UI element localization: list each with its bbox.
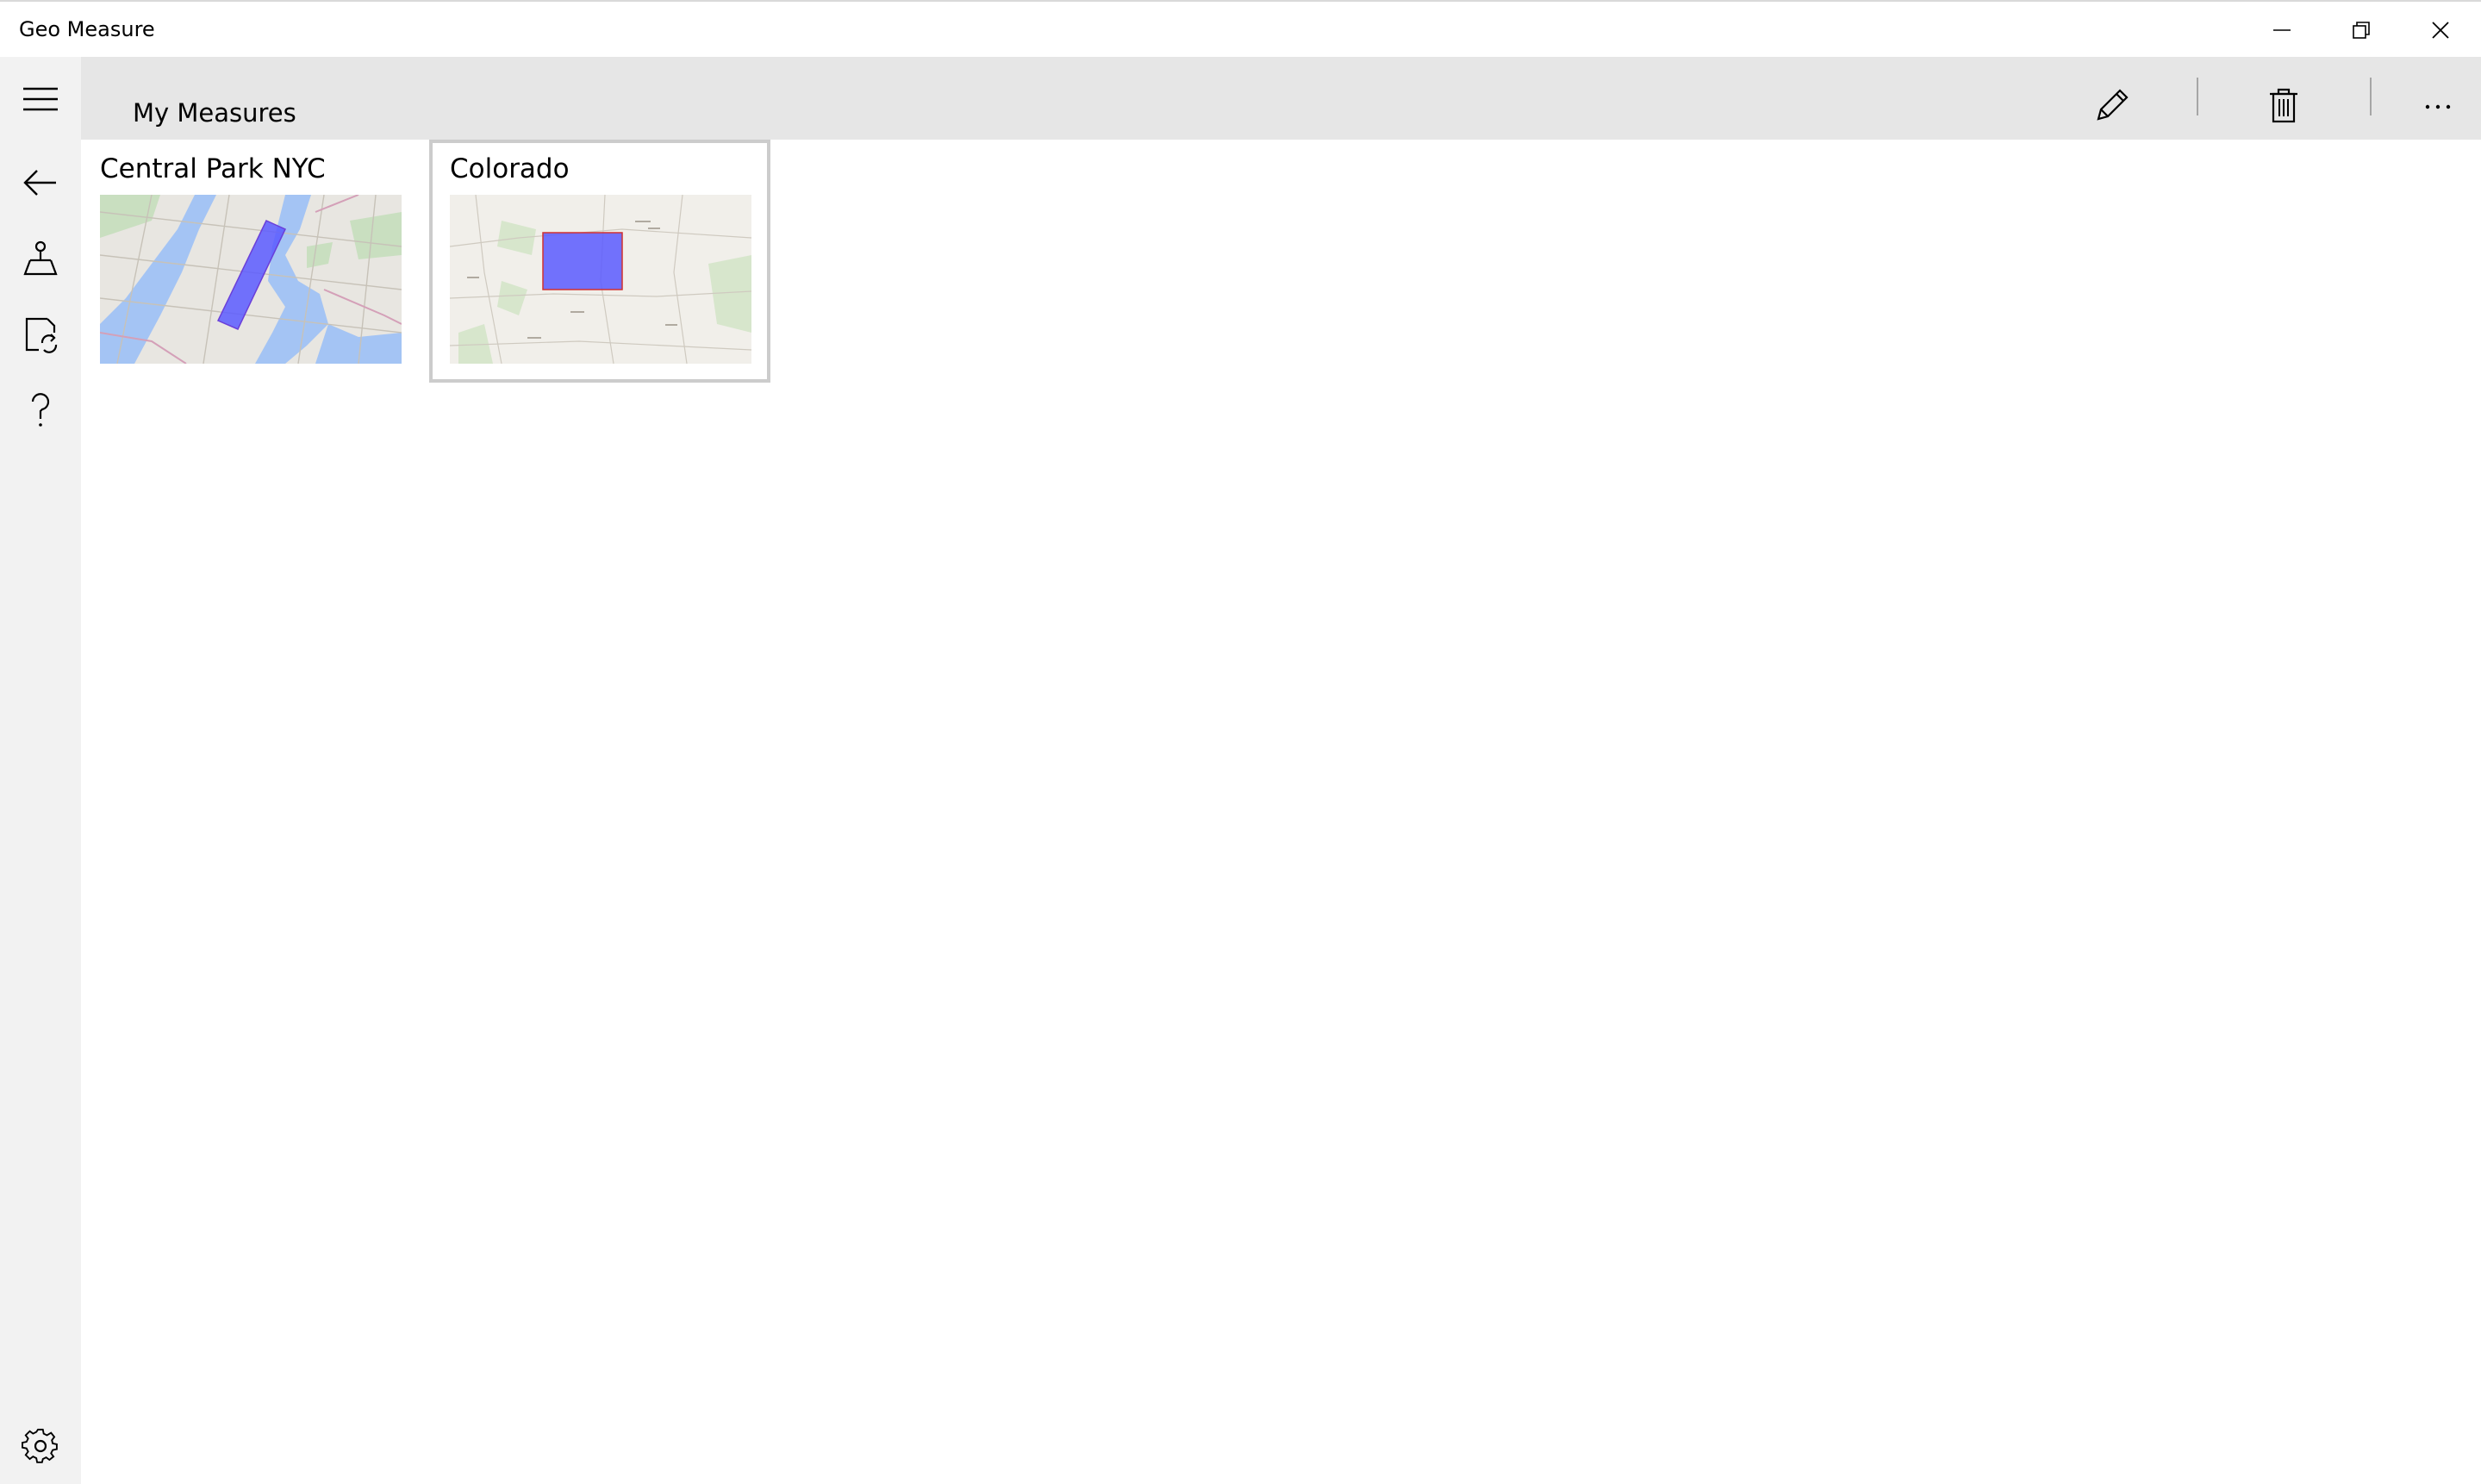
measure-card-central-park[interactable]: Central Park NYC bbox=[81, 140, 422, 383]
hamburger-icon bbox=[23, 87, 58, 111]
measure-button[interactable] bbox=[0, 221, 81, 296]
settings-button[interactable] bbox=[0, 1408, 81, 1484]
delete-icon bbox=[2270, 88, 2297, 123]
edit-button[interactable] bbox=[2078, 71, 2147, 140]
title-bar: Geo Measure bbox=[0, 0, 2481, 57]
app-title: Geo Measure bbox=[19, 17, 155, 41]
measure-card-colorado[interactable]: Colorado bbox=[429, 140, 770, 383]
back-arrow-icon bbox=[23, 170, 56, 196]
delete-button[interactable] bbox=[2249, 71, 2318, 140]
close-icon bbox=[2432, 22, 2449, 39]
map-thumbnail bbox=[450, 195, 751, 364]
command-separator bbox=[2197, 78, 2198, 115]
command-separator bbox=[2370, 78, 2372, 115]
minimize-button[interactable] bbox=[2242, 2, 2322, 59]
more-icon bbox=[2425, 104, 2451, 109]
close-button[interactable] bbox=[2401, 2, 2480, 59]
question-icon bbox=[31, 393, 50, 427]
page-title: My Measures bbox=[133, 98, 296, 128]
sync-button[interactable] bbox=[0, 296, 81, 372]
gear-icon bbox=[22, 1428, 58, 1463]
map-pin-icon bbox=[23, 240, 58, 276]
restore-button[interactable] bbox=[2322, 2, 2401, 59]
sync-document-icon bbox=[25, 317, 58, 353]
help-button[interactable] bbox=[0, 372, 81, 448]
hamburger-menu-button[interactable] bbox=[0, 62, 81, 138]
restore-icon bbox=[2353, 22, 2370, 39]
edit-icon bbox=[2097, 89, 2129, 121]
map-thumbnail bbox=[100, 195, 402, 364]
measures-grid: Central Park NYC Colorado bbox=[81, 140, 2481, 1484]
more-button[interactable] bbox=[2403, 71, 2472, 140]
measure-title: Colorado bbox=[450, 153, 570, 184]
navigation-rail bbox=[0, 57, 81, 1484]
back-button[interactable] bbox=[0, 145, 81, 221]
minimize-icon bbox=[2273, 29, 2291, 31]
measure-title: Central Park NYC bbox=[100, 153, 326, 184]
command-bar: My Measures bbox=[81, 57, 2481, 140]
